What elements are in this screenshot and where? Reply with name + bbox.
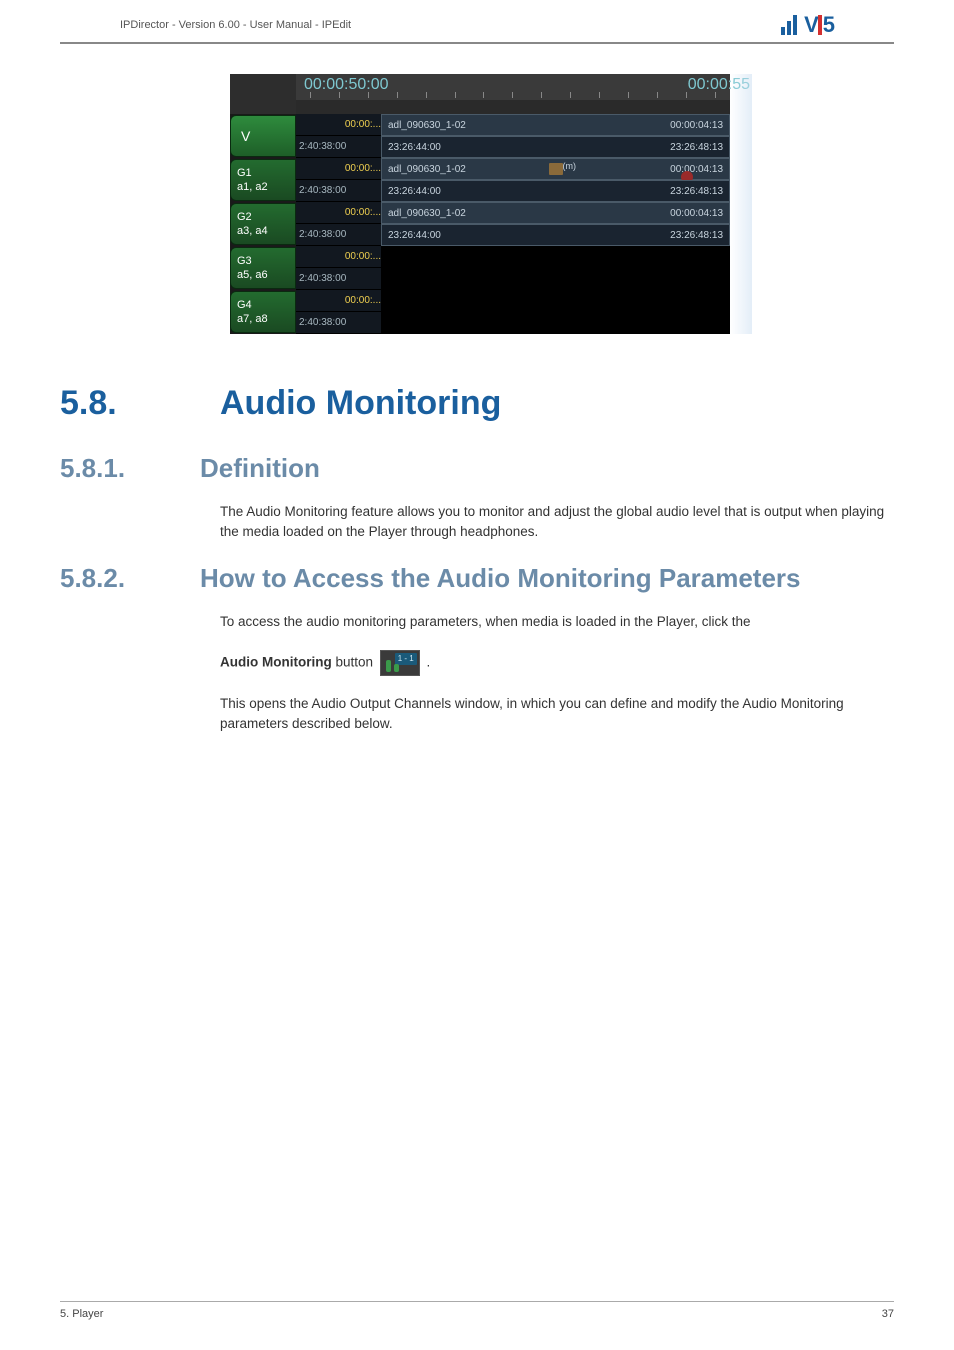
track-tc-bottom: 2:40:38:00	[296, 136, 381, 158]
footer-left: 5. Player	[60, 1308, 103, 1320]
track-video: V 00:00:... 2:40:38:00 adl_090630_1-02 0…	[230, 114, 730, 158]
clip-g1-b[interactable]: 23:26:44:00 23:26:48:13	[381, 180, 730, 202]
track-g3: G3 a5, a6 00:00:... 2:40:38:00	[230, 246, 730, 290]
timeline-ruler: 00:00:50:00 00:00:55	[230, 74, 730, 100]
mute-icon	[549, 163, 563, 175]
clip-g2[interactable]: adl_090630_1-02 00:00:04:13	[381, 202, 730, 224]
logo: V5	[781, 12, 834, 38]
howto-body-2: Audio Monitoring button 1 - 1 .	[220, 650, 894, 676]
track-label-v[interactable]: V	[230, 115, 296, 157]
track-tc-top: 00:00:...	[296, 114, 381, 136]
audio-monitoring-button-icon: 1 - 1	[380, 650, 420, 676]
track-g2: G2 a3, a4 00:00:... 2:40:38:00 adl_09063…	[230, 202, 730, 246]
definition-body: The Audio Monitoring feature allows you …	[220, 502, 894, 543]
header-bar: IPDirector - Version 6.00 - User Manual …	[60, 0, 894, 44]
clip-video[interactable]: adl_090630_1-02 00:00:04:13	[381, 114, 730, 136]
track-label-g2[interactable]: G2 a3, a4	[230, 203, 296, 245]
timeline-figure: 00:00:50:00 00:00:55 V 00:00:... 2:40:38…	[230, 74, 750, 334]
footer-page-number: 37	[882, 1308, 894, 1320]
section-heading: 5.8. Audio Monitoring	[60, 384, 894, 423]
clip-g1[interactable]: adl_090630_1-02 00:00:04:13	[381, 158, 730, 180]
track-label-g3[interactable]: G3 a5, a6	[230, 247, 296, 289]
header-breadcrumb: IPDirector - Version 6.00 - User Manual …	[120, 19, 351, 31]
logo-bars-icon	[781, 15, 797, 35]
clip-video-b[interactable]: 23:26:44:00 23:26:48:13	[381, 136, 730, 158]
page-footer: 5. Player 37	[60, 1301, 894, 1320]
track-g4: G4 a7, a8 00:00:... 2:40:38:00	[230, 290, 730, 334]
clip-g2-b[interactable]: 23:26:44:00 23:26:48:13	[381, 224, 730, 246]
track-g1: G1 a1, a2 00:00:... 2:40:38:00 adl_09063…	[230, 158, 730, 202]
howto-body-1: To access the audio monitoring parameter…	[220, 612, 894, 632]
logo-text: V5	[804, 12, 834, 38]
subsection-howto: 5.8.2. How to Access the Audio Monitorin…	[60, 563, 894, 594]
fade-edge	[730, 74, 752, 334]
track-label-g4[interactable]: G4 a7, a8	[230, 291, 296, 333]
subsection-definition: 5.8.1. Definition	[60, 453, 894, 484]
track-label-g1[interactable]: G1 a1, a2	[230, 159, 296, 201]
howto-body-3: This opens the Audio Output Channels win…	[220, 694, 894, 735]
